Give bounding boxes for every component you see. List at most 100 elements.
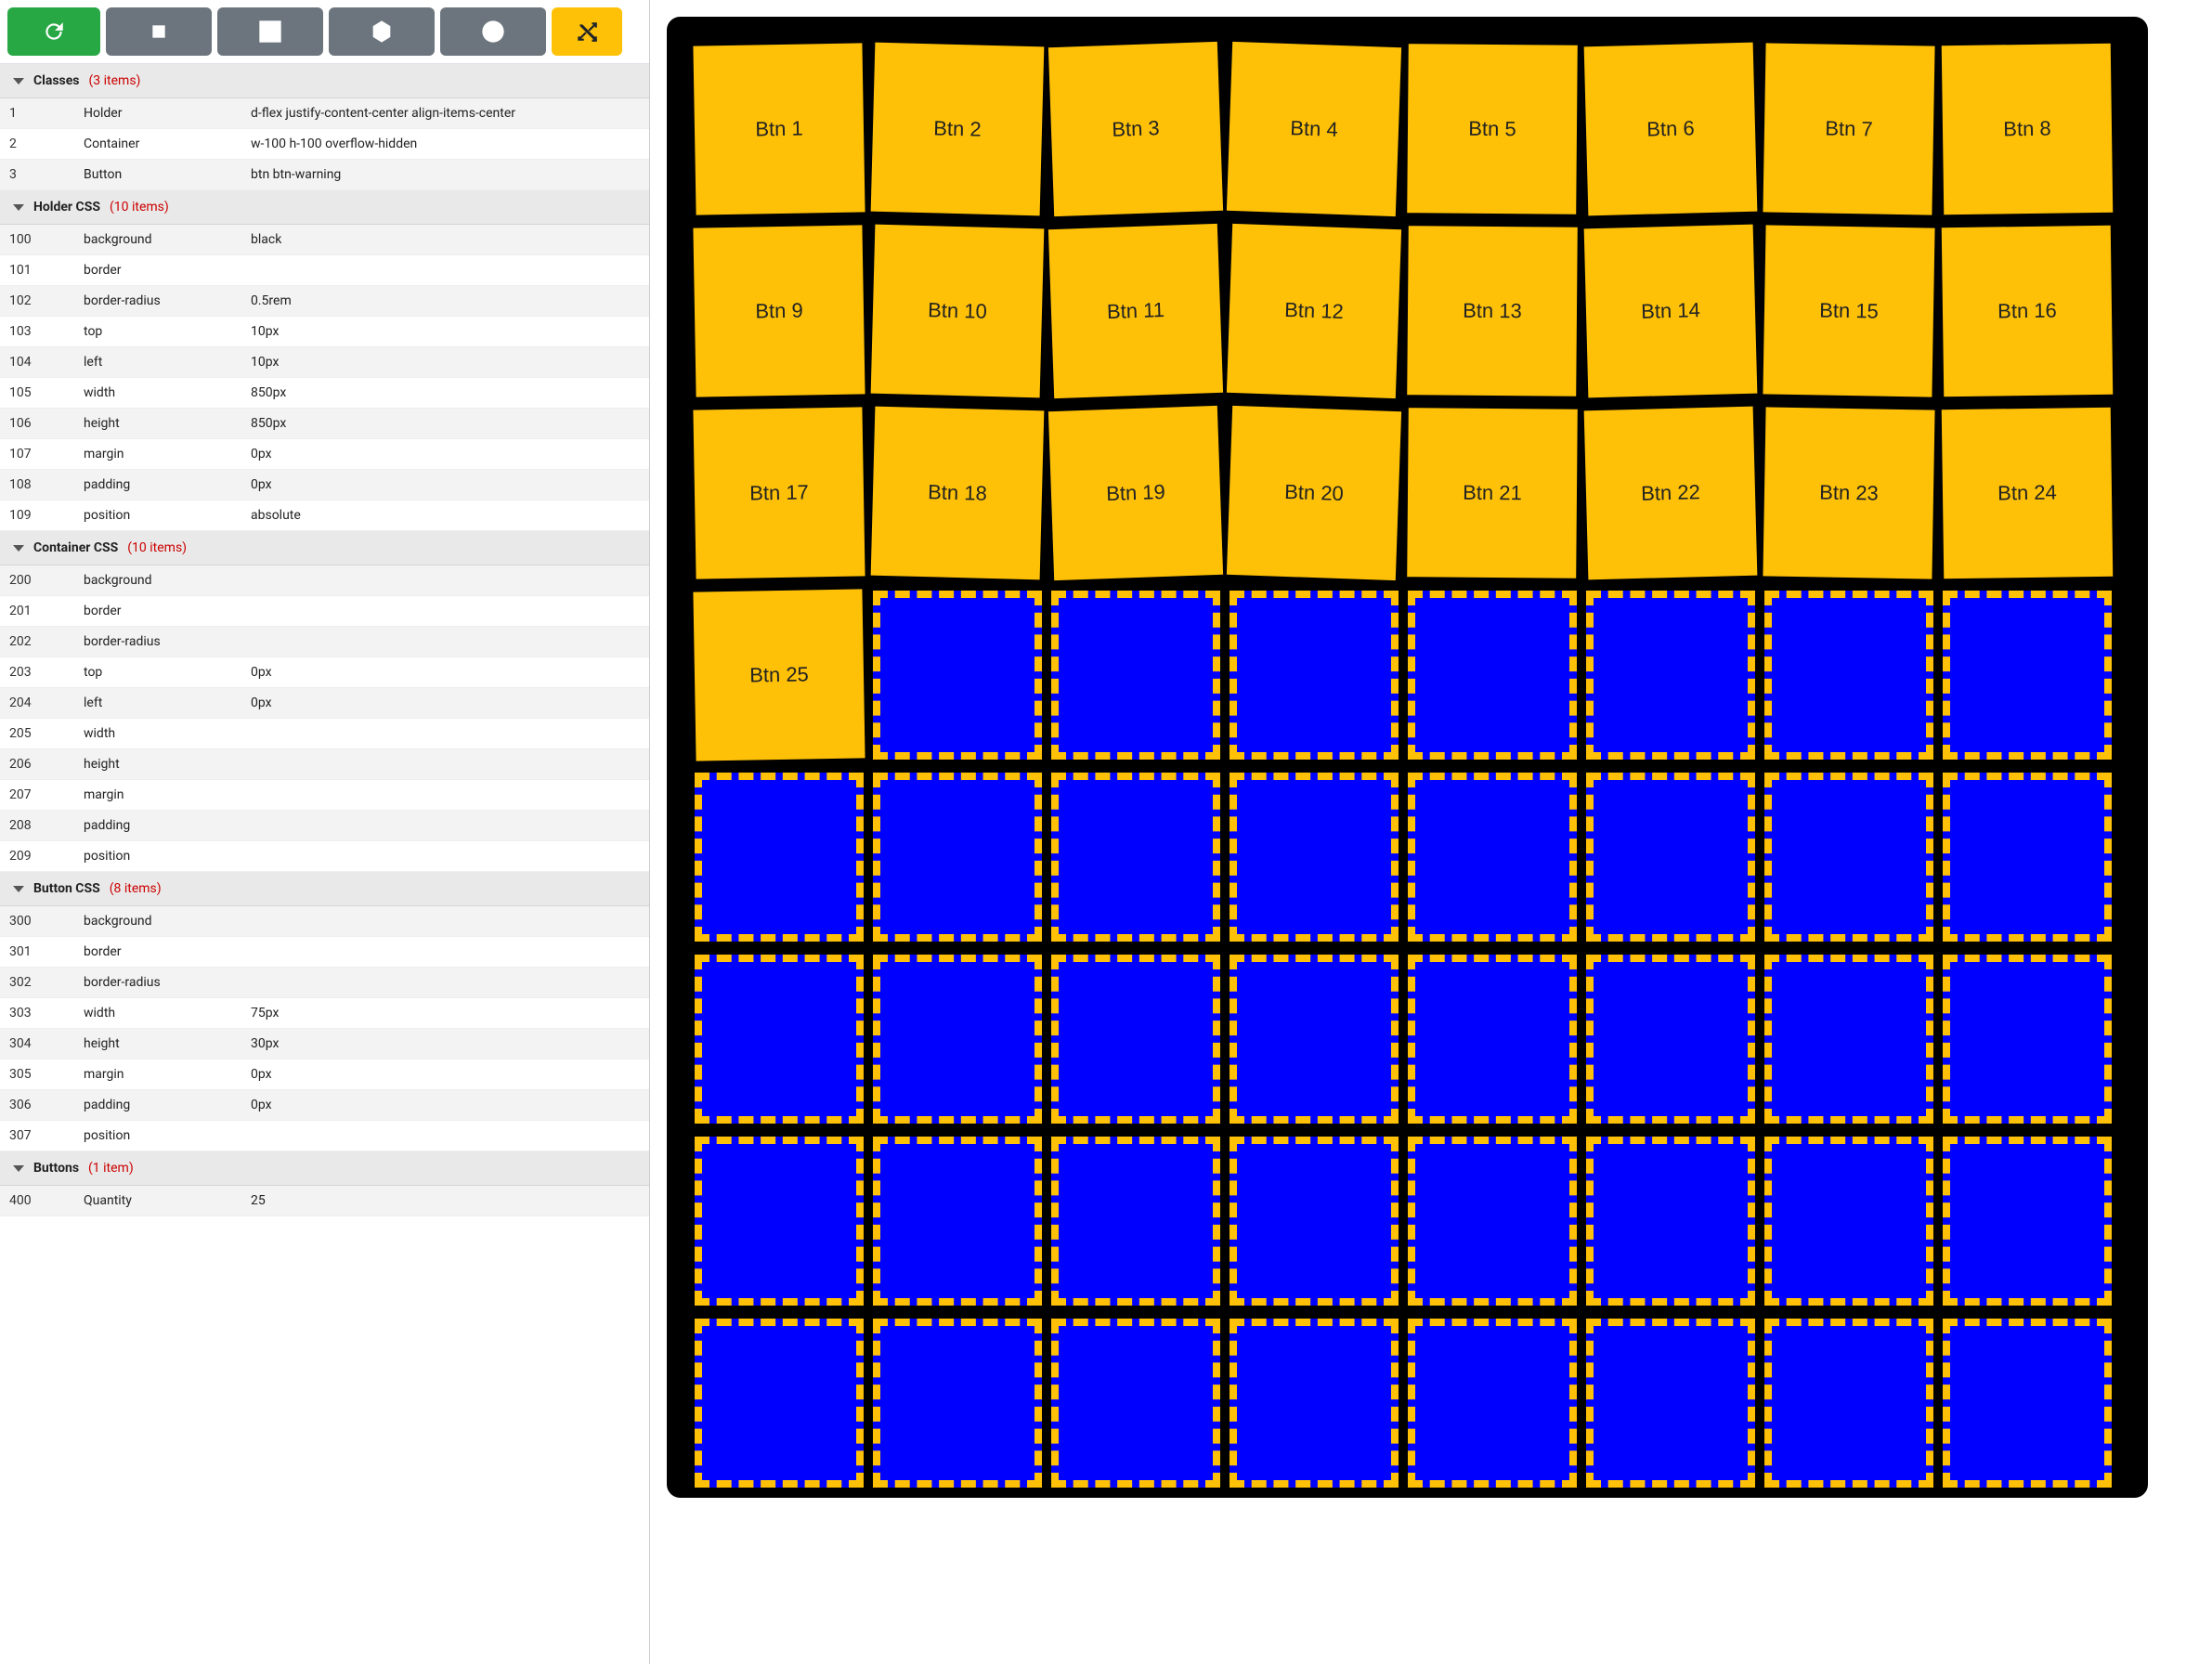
preview-button[interactable]: Btn 7 xyxy=(1763,43,1934,214)
row-value[interactable]: 0px xyxy=(241,1060,649,1090)
table-row[interactable]: 104left10px xyxy=(0,347,649,378)
row-value[interactable]: 75px xyxy=(241,998,649,1029)
refresh-button[interactable] xyxy=(7,7,100,56)
row-value[interactable]: btn btn-warning xyxy=(241,160,649,190)
preview-button[interactable]: Btn 19 xyxy=(1048,406,1223,580)
preview-button[interactable]: Btn 6 xyxy=(1584,43,1758,216)
table-row[interactable]: 307position xyxy=(0,1121,649,1151)
table-row[interactable]: 205width xyxy=(0,719,649,749)
section-header-container-css[interactable]: Container CSS (10 items) xyxy=(0,531,649,566)
table-row[interactable]: 107margin0px xyxy=(0,439,649,470)
table-row[interactable]: 204left0px xyxy=(0,688,649,719)
table-row[interactable]: 208padding xyxy=(0,811,649,841)
preview-button[interactable]: Btn 24 xyxy=(1942,408,2114,579)
shape-hexagon-button[interactable] xyxy=(329,7,435,56)
section-header-classes[interactable]: Classes (3 items) xyxy=(0,64,649,98)
table-row[interactable]: 102border-radius0.5rem xyxy=(0,286,649,317)
row-value[interactable] xyxy=(241,1121,649,1151)
row-value[interactable] xyxy=(241,719,649,749)
preview-button[interactable]: Btn 4 xyxy=(1227,42,1401,216)
row-value[interactable] xyxy=(241,566,649,596)
table-row[interactable]: 302border-radius xyxy=(0,968,649,998)
preview-button[interactable]: Btn 10 xyxy=(871,225,1045,398)
table-row[interactable]: 300background xyxy=(0,906,649,937)
preview-button[interactable]: Btn 12 xyxy=(1227,224,1401,398)
row-value[interactable]: 10px xyxy=(241,317,649,347)
preview-button[interactable]: Btn 17 xyxy=(693,407,865,578)
table-row[interactable]: 209position xyxy=(0,841,649,872)
table-row[interactable]: 203top0px xyxy=(0,657,649,688)
table-row[interactable]: 1Holderd-flex justify-content-center ali… xyxy=(0,98,649,129)
table-row[interactable]: 202border-radius xyxy=(0,627,649,657)
preview-button[interactable]: Btn 14 xyxy=(1584,225,1758,398)
preview-button[interactable]: Btn 16 xyxy=(1942,226,2114,397)
row-value[interactable] xyxy=(241,968,649,998)
row-value[interactable]: 10px xyxy=(241,347,649,378)
row-value[interactable]: w-100 h-100 overflow-hidden xyxy=(241,129,649,160)
row-value[interactable] xyxy=(241,255,649,286)
preview-button[interactable]: Btn 25 xyxy=(693,589,865,760)
table-row[interactable]: 109positionabsolute xyxy=(0,500,649,531)
row-value[interactable]: 0px xyxy=(241,439,649,470)
preview-button[interactable]: Btn 1 xyxy=(693,43,865,214)
row-value[interactable]: 0px xyxy=(241,1090,649,1121)
table-row[interactable]: 200background xyxy=(0,566,649,596)
preview-button[interactable]: Btn 9 xyxy=(693,225,865,396)
table-row[interactable]: 100backgroundblack xyxy=(0,225,649,255)
row-value[interactable] xyxy=(241,811,649,841)
preview-button[interactable]: Btn 20 xyxy=(1227,406,1401,580)
section-header-button-css[interactable]: Button CSS (8 items) xyxy=(0,872,649,906)
table-row[interactable]: 2Containerw-100 h-100 overflow-hidden xyxy=(0,129,649,160)
row-value[interactable]: 0.5rem xyxy=(241,286,649,317)
preview-button[interactable]: Btn 22 xyxy=(1584,407,1758,580)
row-value[interactable]: 850px xyxy=(241,409,649,439)
row-value[interactable] xyxy=(241,906,649,937)
shape-small-square-button[interactable] xyxy=(106,7,212,56)
table-row[interactable]: 105width850px xyxy=(0,378,649,409)
preview-button[interactable]: Btn 15 xyxy=(1763,225,1934,396)
preview-button[interactable]: Btn 3 xyxy=(1048,42,1223,216)
row-value[interactable] xyxy=(241,780,649,811)
preview-button[interactable]: Btn 8 xyxy=(1942,44,2114,215)
row-value[interactable]: black xyxy=(241,225,649,255)
table-row[interactable]: 301border xyxy=(0,937,649,968)
table-row[interactable]: 306padding0px xyxy=(0,1090,649,1121)
property-panel-scroll[interactable]: Classes (3 items) 1Holderd-flex justify-… xyxy=(0,63,649,1664)
table-row[interactable]: 304height30px xyxy=(0,1029,649,1060)
row-value[interactable]: 850px xyxy=(241,378,649,409)
preview-button[interactable]: Btn 2 xyxy=(871,43,1045,216)
section-header-buttons[interactable]: Buttons (1 item) xyxy=(0,1151,649,1186)
row-value[interactable] xyxy=(241,937,649,968)
shuffle-button[interactable] xyxy=(552,7,622,56)
row-value[interactable]: absolute xyxy=(241,500,649,531)
table-row[interactable]: 207margin xyxy=(0,780,649,811)
row-value[interactable] xyxy=(241,627,649,657)
table-row[interactable]: 108padding0px xyxy=(0,470,649,500)
section-header-holder-css[interactable]: Holder CSS (10 items) xyxy=(0,190,649,225)
row-value[interactable] xyxy=(241,749,649,780)
row-value[interactable]: 0px xyxy=(241,688,649,719)
table-row[interactable]: 201border xyxy=(0,596,649,627)
preview-button[interactable]: Btn 11 xyxy=(1048,224,1223,398)
row-value[interactable]: 25 xyxy=(241,1186,649,1216)
row-value[interactable]: 0px xyxy=(241,657,649,688)
table-row[interactable]: 305margin0px xyxy=(0,1060,649,1090)
row-value[interactable]: 0px xyxy=(241,470,649,500)
preview-button[interactable]: Btn 23 xyxy=(1763,407,1934,578)
table-row[interactable]: 103top10px xyxy=(0,317,649,347)
shape-circle-button[interactable] xyxy=(440,7,546,56)
shape-large-square-button[interactable] xyxy=(217,7,323,56)
table-row[interactable]: 400Quantity25 xyxy=(0,1186,649,1216)
table-row[interactable]: 101border xyxy=(0,255,649,286)
row-value[interactable]: d-flex justify-content-center align-item… xyxy=(241,98,649,129)
preview-button[interactable]: Btn 21 xyxy=(1407,408,1578,578)
row-value[interactable] xyxy=(241,841,649,872)
table-row[interactable]: 303width75px xyxy=(0,998,649,1029)
preview-button[interactable]: Btn 13 xyxy=(1407,226,1578,396)
table-row[interactable]: 3Buttonbtn btn-warning xyxy=(0,160,649,190)
row-value[interactable] xyxy=(241,596,649,627)
table-row[interactable]: 206height xyxy=(0,749,649,780)
preview-button[interactable]: Btn 18 xyxy=(871,407,1045,580)
table-row[interactable]: 106height850px xyxy=(0,409,649,439)
preview-button[interactable]: Btn 5 xyxy=(1407,44,1578,214)
